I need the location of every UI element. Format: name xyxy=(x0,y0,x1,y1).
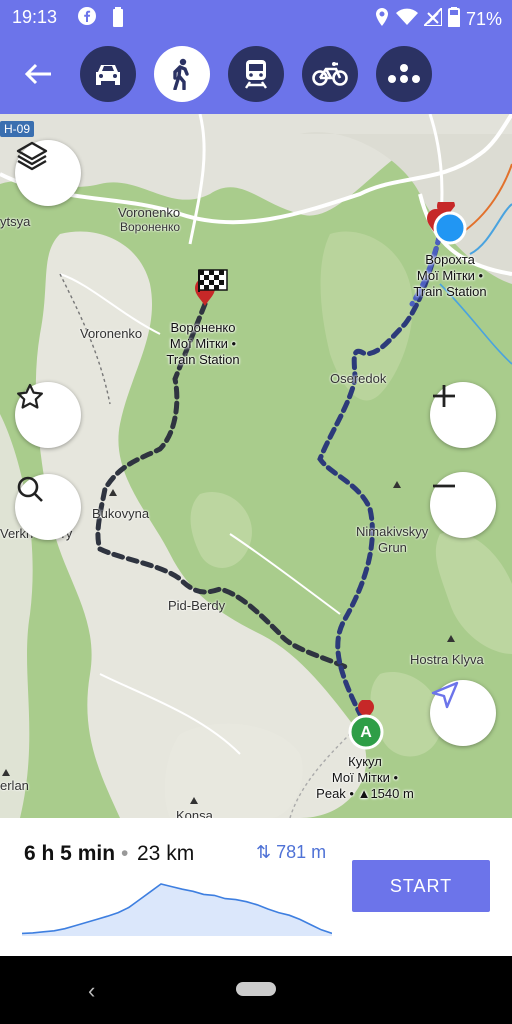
nav-home-pill[interactable] xyxy=(236,982,276,996)
place-label: Konsa xyxy=(176,808,213,818)
route-climb: ⇅ 781 m xyxy=(256,842,326,863)
bike-icon xyxy=(312,62,348,86)
arrow-left-icon xyxy=(24,63,51,85)
elevation-profile-chart[interactable] xyxy=(22,878,332,938)
place-label: Bukovyna xyxy=(92,506,150,521)
route-distance: 23 km xyxy=(137,842,195,865)
current-label: Ворохта Мої Мітки • Train Station xyxy=(398,252,502,300)
zoom-out-button[interactable] xyxy=(430,472,496,538)
place-label: Voronenko xyxy=(80,326,143,341)
back-button[interactable] xyxy=(18,56,58,92)
finish-label: Вороненко Мої Мітки • Train Station xyxy=(140,320,266,368)
start-tag: Мої Мітки • xyxy=(331,770,399,785)
navigation-arrow-icon xyxy=(431,681,459,709)
zoom-in-button[interactable] xyxy=(430,382,496,448)
bookmarks-button[interactable] xyxy=(15,382,81,448)
start-name: Кукул xyxy=(348,754,382,769)
place-label: erlan xyxy=(0,778,29,793)
finish-name: Вороненко xyxy=(170,320,236,335)
mode-train-button[interactable] xyxy=(228,46,284,102)
walk-icon xyxy=(173,58,189,90)
place-label: Pid-Berdy xyxy=(168,598,226,613)
layers-icon xyxy=(16,141,48,171)
peak-label: Nimakivskyy xyxy=(356,524,429,539)
current-name: Ворохта xyxy=(425,252,475,267)
star-icon xyxy=(17,383,43,409)
start-label: Кукул Мої Мітки • Peak • ▲1540 m xyxy=(300,754,430,802)
climb-value: 781 m xyxy=(276,842,327,862)
my-position-button[interactable] xyxy=(430,680,496,746)
road-badge: H-09 xyxy=(0,121,35,137)
place-label: Oseredok xyxy=(330,371,387,386)
route-summary-sheet: 6 h 5 min • 23 km ⇅ 781 m START xyxy=(0,818,512,956)
nav-back-icon[interactable]: ‹ xyxy=(88,978,95,1004)
place-label: ytsya xyxy=(0,214,31,229)
mode-more-button[interactable] xyxy=(376,46,432,102)
plus-icon xyxy=(433,385,455,407)
mode-walk-button[interactable] xyxy=(154,46,210,102)
location-icon xyxy=(374,7,390,32)
place-label: Вороненко xyxy=(120,220,181,234)
current-type: Train Station xyxy=(413,284,487,299)
route-duration: 6 h 5 min xyxy=(24,842,116,865)
start-button[interactable]: START xyxy=(352,860,490,912)
mode-car-button[interactable] xyxy=(80,46,136,102)
place-label: Voronenko xyxy=(118,205,181,220)
peak-label: Grun xyxy=(378,540,407,555)
current-tag: Мої Мітки • xyxy=(416,268,484,283)
battery-saver-icon xyxy=(112,7,124,32)
system-nav-bar: ‹ xyxy=(0,956,512,1024)
battery-icon xyxy=(447,7,460,32)
status-time: 19:13 xyxy=(12,7,58,27)
finish-type: Train Station xyxy=(166,352,240,367)
layers-button[interactable] xyxy=(15,140,81,206)
train-icon xyxy=(245,60,267,89)
route-map[interactable]: H-09 ytsya Voronenko Вороненко Voronenko… xyxy=(0,114,512,818)
finish-tag: Мої Мітки • xyxy=(169,336,237,351)
start-marker-letter: A xyxy=(360,724,372,741)
minus-icon xyxy=(433,484,455,488)
search-button[interactable] xyxy=(15,474,81,540)
start-type: Peak • ▲1540 m xyxy=(316,786,414,801)
car-icon xyxy=(96,65,120,85)
mode-bike-button[interactable] xyxy=(302,46,358,102)
facebook-icon xyxy=(78,7,96,30)
routing-toolbar xyxy=(0,34,512,114)
battery-percent: 71% xyxy=(465,9,502,29)
more-transit-icon xyxy=(388,64,420,83)
status-bar: 19:13 71% xyxy=(0,0,512,34)
wifi-icon xyxy=(395,8,418,31)
peak-label: Hostra Klyva xyxy=(410,652,484,667)
signal-icon xyxy=(421,5,443,31)
route-separator: • xyxy=(121,842,129,865)
up-down-arrows-icon: ⇅ xyxy=(256,842,272,862)
search-icon xyxy=(17,476,43,502)
